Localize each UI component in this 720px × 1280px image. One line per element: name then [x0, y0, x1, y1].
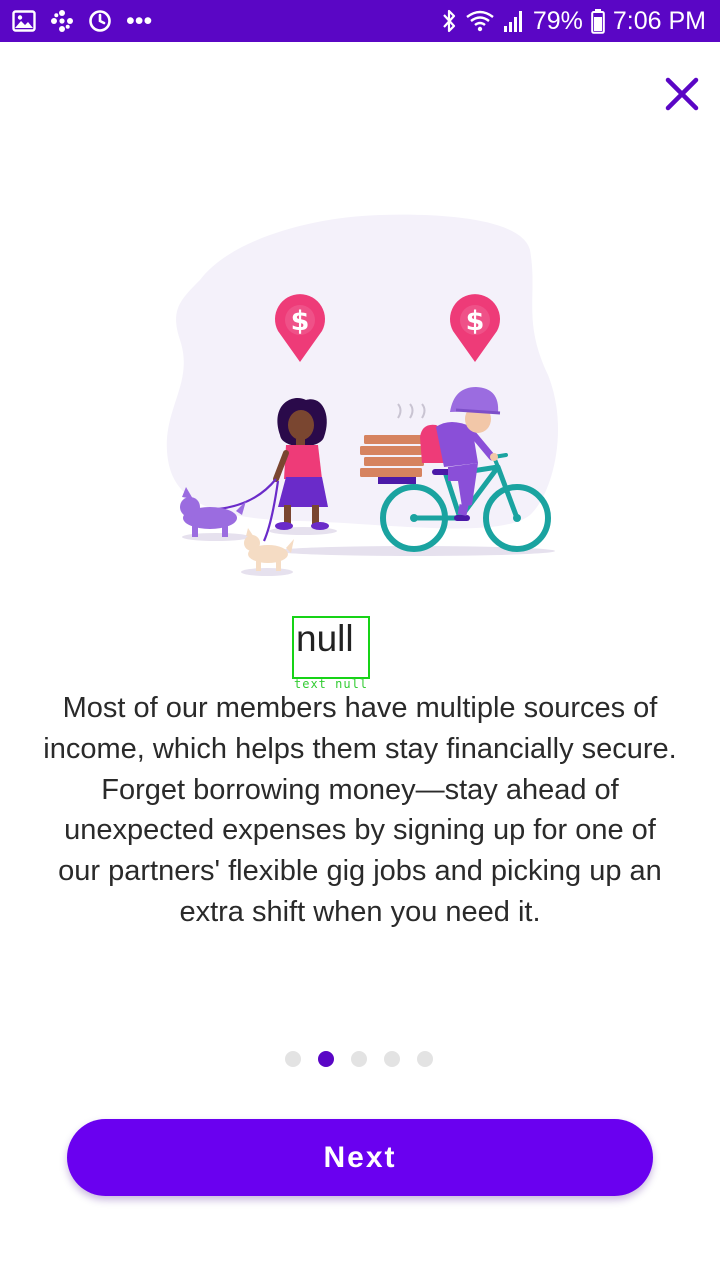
- next-button-label: Next: [323, 1140, 397, 1174]
- next-button[interactable]: Next: [67, 1119, 653, 1196]
- page-indicator: [285, 1051, 433, 1067]
- page-dot-4[interactable]: [384, 1051, 400, 1067]
- page-dot-3[interactable]: [351, 1051, 367, 1067]
- status-right: 79% 7:06 PM: [441, 4, 706, 38]
- page-dot-2-active[interactable]: [318, 1051, 334, 1067]
- pinwheel-icon: [50, 9, 74, 33]
- signal-icon: [503, 9, 525, 33]
- more-icon: •••: [126, 6, 153, 35]
- slide-title: null: [296, 618, 354, 659]
- debug-bounding-box: null: [292, 616, 370, 679]
- svg-text:$: $: [466, 306, 485, 337]
- close-icon: [665, 77, 699, 111]
- wifi-icon: [465, 9, 495, 33]
- clock: 7:06 PM: [612, 6, 706, 35]
- gig-workers-illustration: $ $: [166, 214, 559, 576]
- slide-description: Most of our members have multiple source…: [43, 692, 677, 928]
- svg-text:$: $: [291, 306, 310, 337]
- bluetooth-icon: [441, 8, 457, 34]
- status-bar: ••• 79% 7:06 PM: [0, 0, 720, 42]
- page-dot-5[interactable]: [417, 1051, 433, 1067]
- battery-percent: 79%: [532, 6, 583, 35]
- onboarding-screen: ••• 79% 7:06 PM $ $ null text null Most …: [0, 0, 720, 1280]
- slide-title-container: null text null: [292, 616, 370, 691]
- sync-icon: [88, 9, 112, 33]
- page-dot-1[interactable]: [285, 1051, 301, 1067]
- close-button[interactable]: [660, 72, 704, 116]
- image-icon: [12, 10, 36, 32]
- status-left-icons: •••: [12, 6, 152, 36]
- battery-icon: [591, 8, 605, 34]
